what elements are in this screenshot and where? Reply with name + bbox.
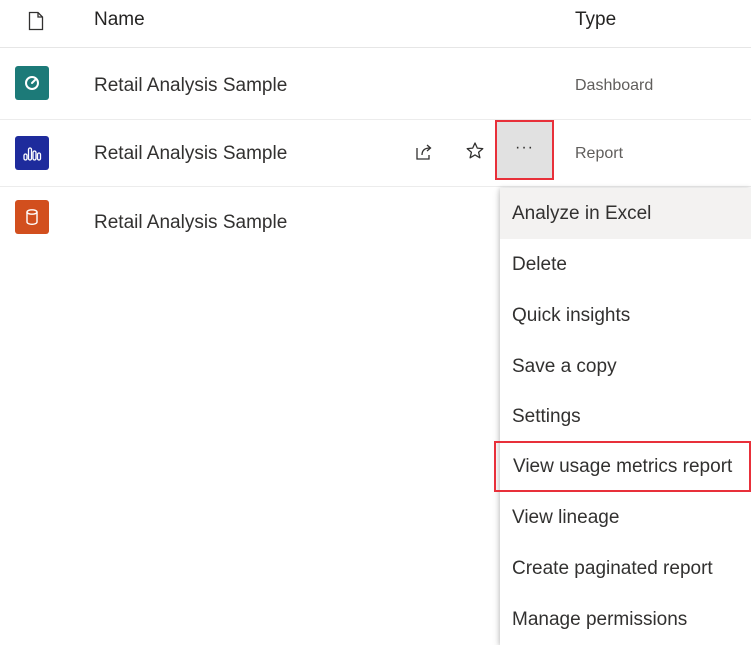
star-icon[interactable] xyxy=(465,141,485,161)
dataset-icon xyxy=(15,200,49,234)
share-icon[interactable] xyxy=(414,142,434,162)
item-type: Report xyxy=(575,145,624,162)
menu-item-view-usage-metrics-report[interactable]: View usage metrics report xyxy=(494,441,751,492)
list-item-dashboard[interactable]: Retail Analysis Sample Dashboard xyxy=(0,52,751,120)
menu-item-analyze-in-excel[interactable]: Analyze in Excel xyxy=(500,188,751,239)
list-item-report[interactable]: Retail Analysis Sample ··· Report xyxy=(0,120,751,187)
column-header-name[interactable]: Name xyxy=(94,9,145,31)
item-name[interactable]: Retail Analysis Sample xyxy=(94,212,287,234)
report-icon xyxy=(15,136,49,170)
menu-item-delete[interactable]: Delete xyxy=(500,239,751,290)
menu-item-view-lineage[interactable]: View lineage xyxy=(500,492,751,543)
column-header-type[interactable]: Type xyxy=(575,9,616,31)
menu-item-quick-insights[interactable]: Quick insights xyxy=(500,290,751,341)
more-options-button[interactable]: ··· xyxy=(495,120,554,180)
menu-item-settings[interactable]: Settings xyxy=(500,391,751,442)
list-header: Name Type xyxy=(0,0,751,48)
menu-item-save-a-copy[interactable]: Save a copy xyxy=(500,341,751,392)
dashboard-icon xyxy=(15,66,49,100)
item-name[interactable]: Retail Analysis Sample xyxy=(94,75,287,97)
file-icon xyxy=(28,11,44,31)
item-type: Dashboard xyxy=(575,77,654,94)
context-menu: Analyze in Excel Delete Quick insights S… xyxy=(494,188,751,645)
item-name[interactable]: Retail Analysis Sample xyxy=(94,143,287,165)
menu-item-manage-permissions[interactable]: Manage permissions xyxy=(500,594,751,645)
menu-item-create-paginated-report[interactable]: Create paginated report xyxy=(500,543,751,594)
more-options-label: ··· xyxy=(515,139,534,156)
